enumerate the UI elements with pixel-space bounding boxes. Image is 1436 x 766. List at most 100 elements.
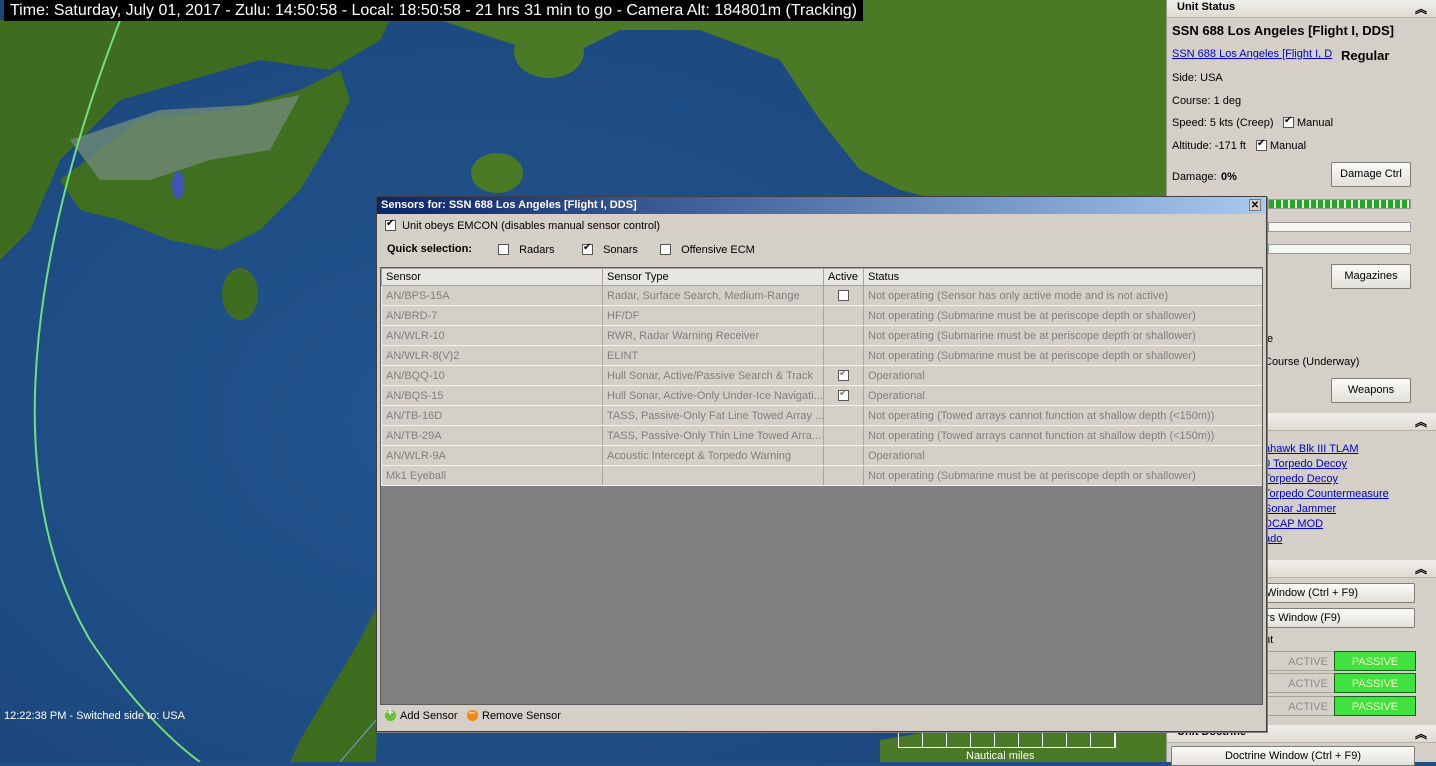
quick-offensive-ecm[interactable]: Offensive ECM — [660, 244, 755, 256]
damage-ctrl-button[interactable]: Damage Ctrl — [1331, 162, 1411, 187]
sensor-row[interactable]: AN/BRD-7 HF/DF Not operating (Submarine mu… — [381, 305, 1262, 326]
unit-status-header[interactable]: Unit Status ︽ — [1167, 0, 1436, 18]
sensor-row[interactable]: AN/BQS-15 Hull Sonar, Active-Only Under-I… — [381, 385, 1262, 406]
sensor-type-cell — [602, 465, 824, 486]
sensor-row[interactable]: AN/TB-16D TASS, Passive-Only Fat Line Tow… — [381, 405, 1262, 426]
sensor-type-cell: Hull Sonar, Active-Only Under-Ice Naviga… — [602, 385, 824, 406]
sensor-status-cell: Operational — [863, 365, 1262, 386]
mode-passive-2[interactable]: PASSIVE — [1334, 673, 1416, 693]
altitude-manual-label: Manual — [1270, 140, 1307, 152]
damage-value: 0% — [1221, 171, 1237, 183]
sensor-row[interactable]: AN/BPS-15A Radar, Surface Search, Medium-… — [381, 285, 1262, 306]
mode-passive-1[interactable]: PASSIVE — [1334, 651, 1416, 671]
sensor-type-cell: RWR, Radar Warning Receiver — [602, 325, 824, 346]
weapon-list-item[interactable]: Torpedo Countermeasure — [1264, 488, 1389, 500]
col-sensor-type[interactable]: Sensor Type — [602, 268, 824, 286]
add-sensor-label: Add Sensor — [400, 710, 458, 722]
sensor-row[interactable]: AN/WLR-10 RWR, Radar Warning Receiver Not … — [381, 325, 1262, 346]
remove-icon — [467, 707, 478, 721]
sensor-active-checkbox[interactable] — [838, 388, 849, 401]
sensor-name-cell: AN/WLR-8(V)2 — [381, 345, 603, 366]
partial-text-e: e — [1267, 333, 1274, 345]
col-active[interactable]: Active — [823, 268, 864, 286]
dialog-title-bar[interactable]: Sensors for: SSN 688 Los Angeles [Flight… — [377, 197, 1266, 214]
quick-sonars[interactable]: Sonars — [582, 242, 638, 256]
collapse-chevron-icon[interactable]: ︽ — [1415, 725, 1427, 742]
sensor-name-cell: AN/TB-16D — [381, 405, 603, 426]
col-sensor[interactable]: Sensor — [381, 268, 603, 286]
unit-course: Course: 1 deg — [1172, 95, 1242, 107]
sensor-row[interactable]: Mk1 Eyeball Not operating (Submarine must… — [381, 465, 1262, 486]
collapse-chevron-icon[interactable]: ︽ — [1415, 560, 1427, 577]
weapon-list-item[interactable]: Sonar Jammer — [1264, 503, 1336, 515]
unit-side: Side: USA — [1172, 72, 1223, 84]
sensor-status-cell: Not operating (Submarine must be at peri… — [863, 325, 1262, 346]
doctrine-window-button[interactable]: Doctrine Window (Ctrl + F9) — [1171, 746, 1415, 766]
weapon-list-item[interactable]: ahawk Blk III TLAM — [1264, 443, 1359, 455]
unit-class-link[interactable]: SSN 688 Los Angeles [Flight I, D — [1172, 48, 1332, 60]
altitude-manual-toggle[interactable]: Manual — [1256, 138, 1307, 152]
sensor-name-cell: AN/BQQ-10 — [381, 365, 603, 386]
radars-checkbox[interactable] — [498, 244, 509, 255]
altitude-manual-checkbox[interactable] — [1256, 138, 1267, 151]
quick-selection-label: Quick selection: — [387, 243, 472, 255]
sensor-status-cell: Not operating (Submarine must be at peri… — [863, 465, 1262, 486]
sensor-name-cell: AN/BPS-15A — [381, 285, 603, 306]
sensor-type-cell: Hull Sonar, Active/Passive Search & Trac… — [602, 365, 824, 386]
unit-speed: Speed: 5 kts (Creep) — [1172, 117, 1274, 129]
weapon-list-item[interactable]: Torpedo Decoy — [1264, 473, 1338, 485]
sensor-type-cell: HF/DF — [602, 305, 824, 326]
add-sensor-button[interactable]: Add Sensor — [385, 707, 458, 722]
sensor-active-checkbox[interactable] — [838, 368, 849, 381]
sensor-grid[interactable]: Sensor Sensor Type Active Status AN/BPS-… — [380, 267, 1263, 705]
sensor-type-cell: TASS, Passive-Only Fat Line Towed Array … — [602, 405, 824, 426]
weapon-list-item[interactable]: 0 Torpedo Decoy — [1264, 458, 1347, 470]
remove-sensor-button[interactable]: Remove Sensor — [467, 707, 561, 722]
sonars-label: Sonars — [603, 244, 638, 256]
course-underway: Course (Underway) — [1264, 356, 1360, 368]
sensor-status-cell: Operational — [863, 445, 1262, 466]
mode-passive-3[interactable]: PASSIVE — [1334, 696, 1416, 716]
offensive-ecm-label: Offensive ECM — [681, 244, 755, 256]
emcon-toggle[interactable]: Unit obeys EMCON (disables manual sensor… — [385, 218, 660, 232]
sensor-status-cell: Not operating (Submarine must be at peri… — [863, 345, 1262, 366]
sensor-row[interactable]: AN/WLR-9A Acoustic Intercept & Torpedo Wa… — [381, 445, 1262, 466]
sensors-window-f9-button[interactable]: rs Window (F9) — [1259, 608, 1415, 628]
sensor-status-cell: Operational — [863, 385, 1262, 406]
sensor-row[interactable]: AN/TB-29A TASS, Passive-Only Thin Line To… — [381, 425, 1262, 446]
sensor-type-cell: Radar, Surface Search, Medium-Range — [602, 285, 824, 306]
sonars-checkbox[interactable] — [582, 242, 593, 255]
collapse-chevron-icon[interactable]: ︽ — [1415, 0, 1427, 17]
sensor-row[interactable]: AN/BQQ-10 Hull Sonar, Active/Passive Sear… — [381, 365, 1262, 386]
collapse-chevron-icon[interactable]: ︽ — [1415, 413, 1427, 430]
sensor-status-cell: Not operating (Sensor has only active mo… — [863, 285, 1262, 306]
emcon-checkbox[interactable] — [385, 218, 396, 231]
scale-label: Nautical miles — [966, 750, 1035, 762]
sensor-type-cell: ELINT — [602, 345, 824, 366]
sensor-name-cell: AN/WLR-10 — [381, 325, 603, 346]
sensor-active-cell — [823, 345, 864, 366]
radars-label: Radars — [519, 244, 555, 256]
sensor-active-cell — [823, 365, 864, 386]
sensor-status-cell: Not operating (Submarine must be at peri… — [863, 305, 1262, 326]
magazines-button[interactable]: Magazines — [1331, 264, 1411, 289]
dialog-title: Sensors for: SSN 688 Los Angeles [Flight… — [381, 199, 637, 211]
sensor-active-checkbox[interactable] — [838, 289, 849, 301]
speed-manual-checkbox[interactable] — [1283, 115, 1294, 128]
sensor-name-cell: Mk1 Eyeball — [381, 465, 603, 486]
unit-altitude: Altitude: -171 ft — [1172, 140, 1246, 152]
quick-radars[interactable]: Radars — [498, 244, 555, 256]
add-icon — [385, 707, 396, 721]
window-ctrl-f9-button[interactable]: Window (Ctrl + F9) — [1259, 583, 1415, 603]
sensor-row[interactable]: AN/WLR-8(V)2 ELINT Not operating (Submarin… — [381, 345, 1262, 366]
damage-label: Damage: — [1172, 171, 1217, 183]
col-status[interactable]: Status — [863, 268, 1262, 286]
close-icon[interactable]: ✕ — [1249, 199, 1261, 211]
speed-manual-toggle[interactable]: Manual — [1283, 115, 1333, 129]
weapon-list-item[interactable]: DCAP MOD — [1264, 518, 1323, 530]
scale-bar — [898, 730, 1116, 748]
offensive-ecm-checkbox[interactable] — [660, 244, 671, 255]
sensor-active-cell — [823, 385, 864, 406]
sensor-name-cell: AN/TB-29A — [381, 425, 603, 446]
weapons-button[interactable]: Weapons — [1331, 378, 1411, 403]
